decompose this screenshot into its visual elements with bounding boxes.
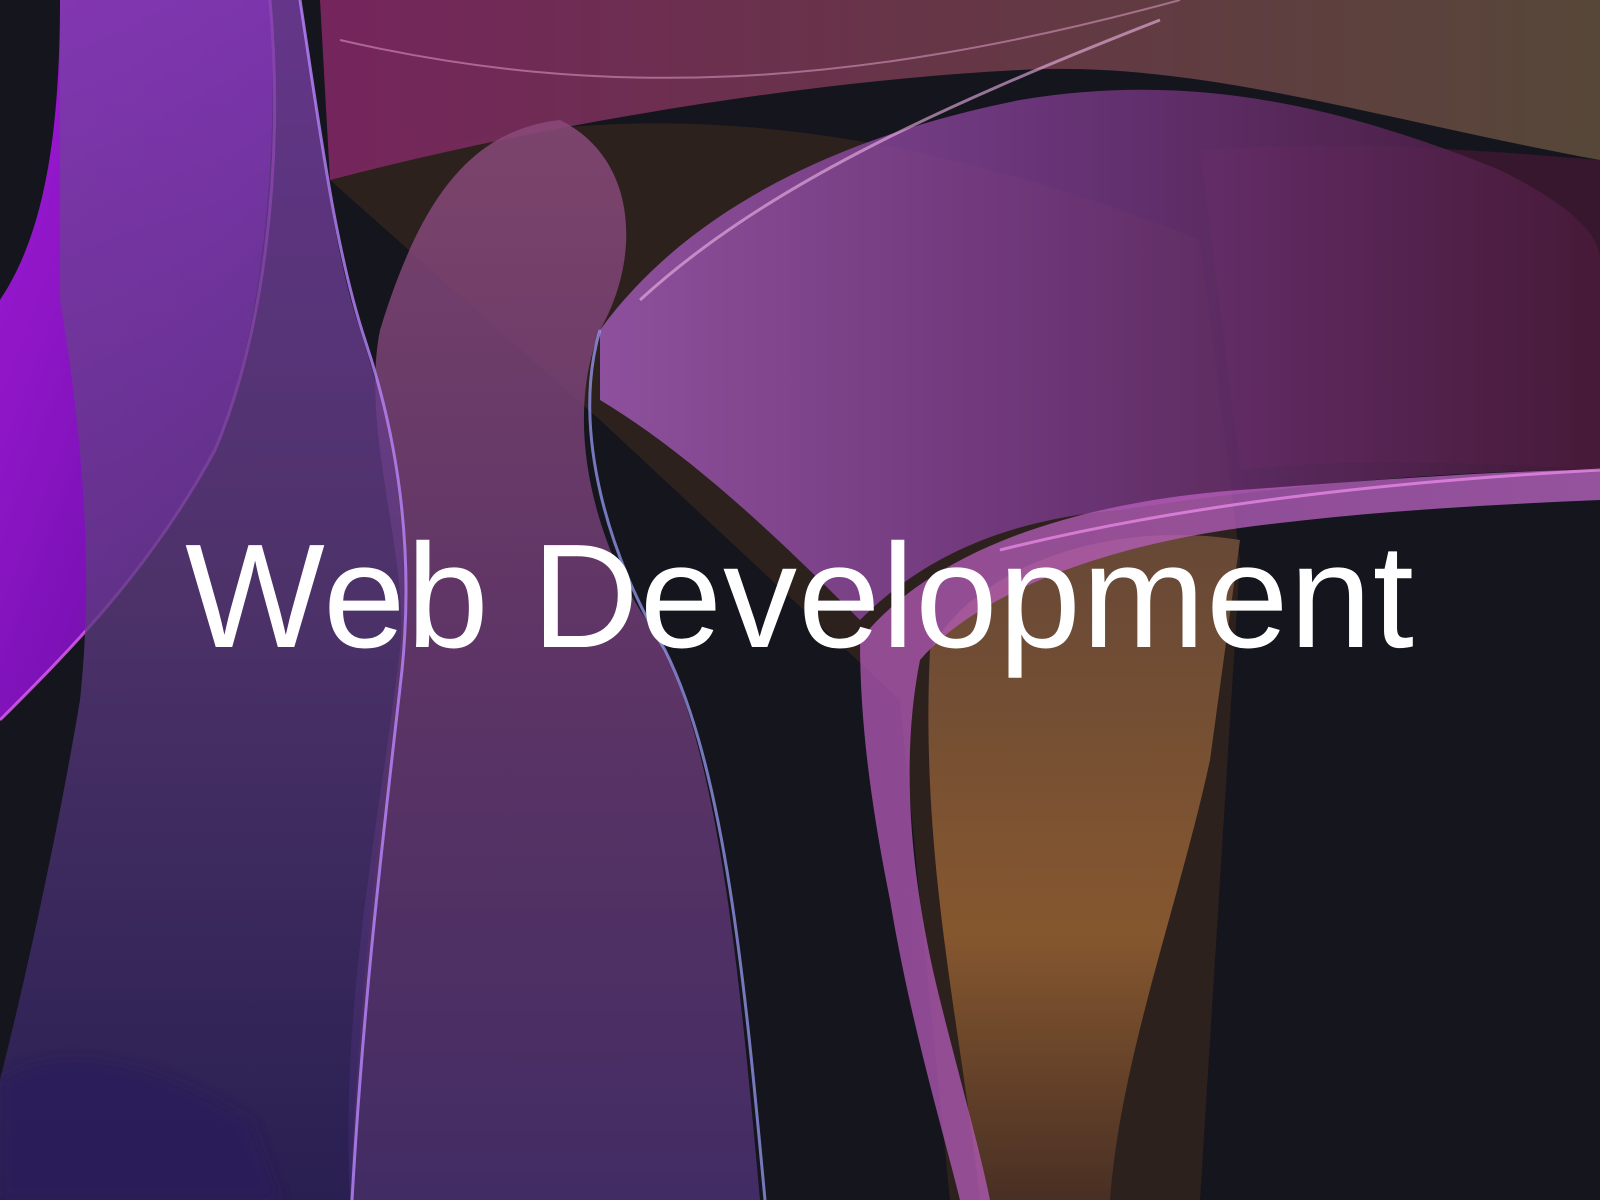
hero-banner: Web Development — [0, 0, 1600, 1200]
page-title: Web Development — [185, 514, 1415, 679]
